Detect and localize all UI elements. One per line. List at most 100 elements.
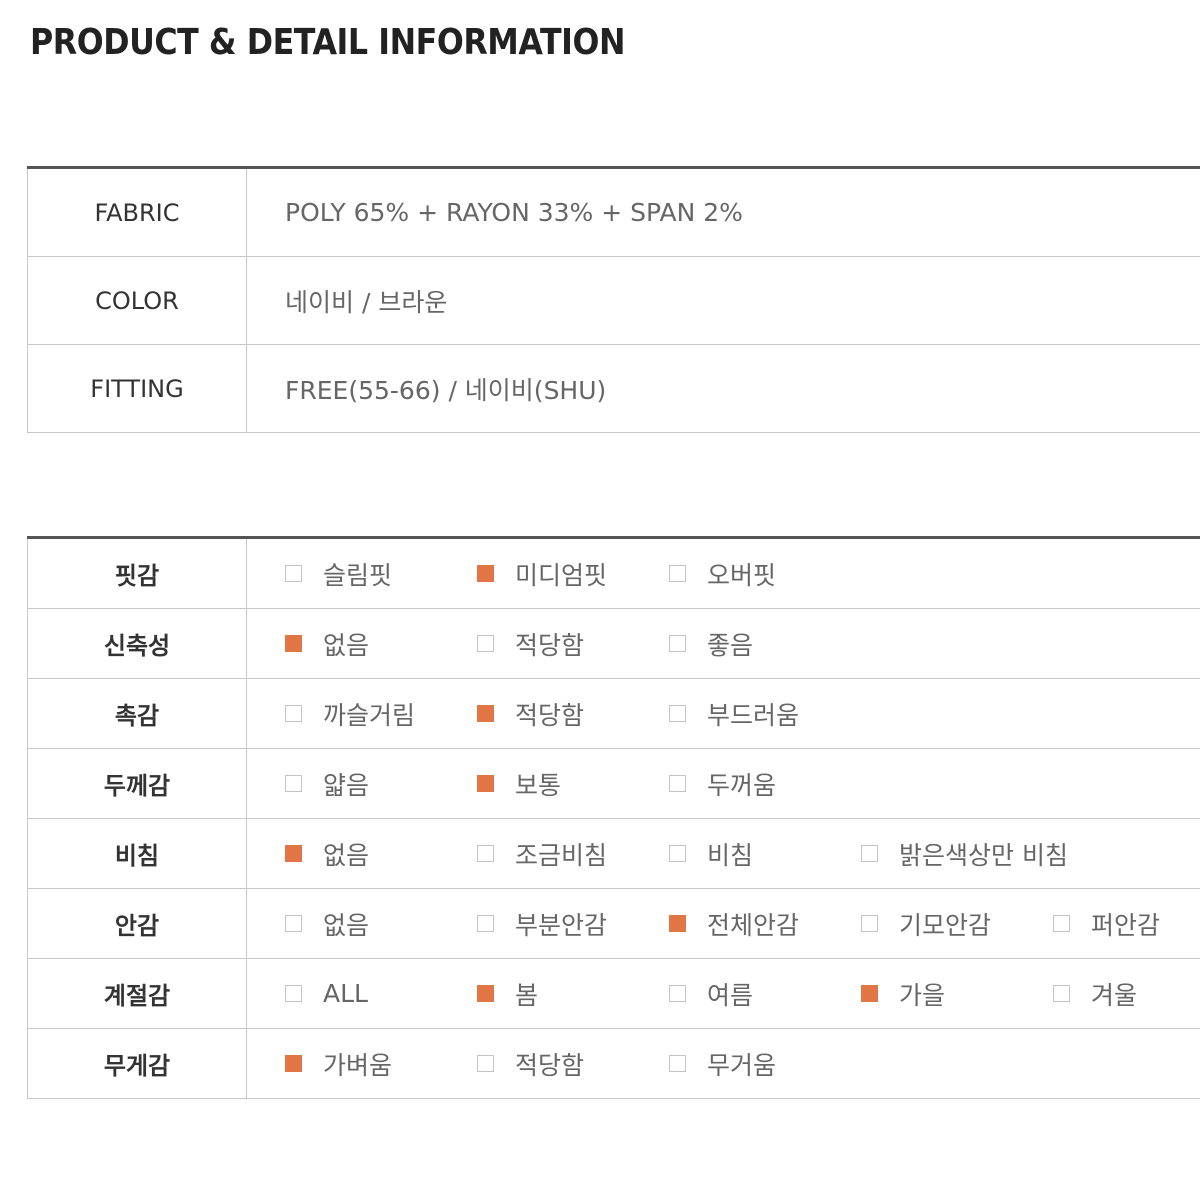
option-item: ALL — [285, 979, 477, 1008]
option-item: 좋음 — [669, 626, 861, 662]
option-item: 부드러움 — [669, 696, 861, 732]
option-label: 보통 — [515, 770, 562, 800]
unchecked-box-icon — [669, 705, 686, 722]
option-item: 보통 — [477, 766, 669, 802]
detail-row: 무게감 가벼움 적당함 무거움 — [27, 1028, 1200, 1099]
option-label: 좋음 — [707, 630, 754, 660]
option-group: ALL 봄 여름 가을 겨울 — [247, 976, 1200, 1012]
option-label: 전체안감 — [707, 910, 800, 940]
option-label: 적당함 — [515, 1050, 585, 1080]
option-label: 여름 — [707, 980, 754, 1010]
unchecked-box-icon — [861, 845, 878, 862]
checked-box-icon — [861, 985, 878, 1002]
option-item: 없음 — [285, 626, 477, 662]
unchecked-box-icon — [1053, 985, 1070, 1002]
unchecked-box-icon — [669, 985, 686, 1002]
option-item: 기모안감 — [861, 906, 1053, 942]
option-label: 미디엄핏 — [515, 560, 608, 590]
option-item: 밝은색상만 비침 — [861, 836, 1068, 872]
option-item: 비침 — [669, 836, 861, 872]
option-item: 슬림핏 — [285, 556, 477, 592]
option-label: 가벼움 — [323, 1050, 393, 1080]
option-label: 없음 — [323, 630, 370, 660]
detail-options-cell: 얇음 보통 두꺼움 — [246, 748, 1200, 819]
detail-attributes-table: 핏감 슬림핏 미디엄핏 오버핏 신축성 없음 적당함 좋음 촉감 까슬거림 적당함 부드러움 두께감 얇음… — [27, 536, 1200, 1099]
detail-row: 비침 없음 조금비침 비침 밝은색상만 비침 — [27, 818, 1200, 889]
detail-options-cell: 없음 적당함 좋음 — [246, 608, 1200, 679]
checked-box-icon — [285, 635, 302, 652]
option-label: 부분안감 — [515, 910, 608, 940]
option-item: 가을 — [861, 976, 1053, 1012]
unchecked-box-icon — [669, 1055, 686, 1072]
option-label: ALL — [323, 979, 368, 1008]
option-label: 봄 — [515, 980, 539, 1010]
spec-row-fitting: FITTING FREE(55-66) / 네이비(SHU) — [27, 344, 1200, 433]
detail-label: 계절감 — [27, 958, 247, 1029]
unchecked-box-icon — [285, 565, 302, 582]
option-item: 적당함 — [477, 1046, 669, 1082]
checked-box-icon — [285, 845, 302, 862]
checked-box-icon — [477, 775, 494, 792]
unchecked-box-icon — [285, 775, 302, 792]
detail-options-cell: 슬림핏 미디엄핏 오버핏 — [246, 537, 1200, 609]
spec-row-fabric: FABRIC POLY 65% + RAYON 33% + SPAN 2% — [27, 167, 1200, 257]
option-label: 까슬거림 — [323, 700, 416, 730]
option-group: 없음 조금비침 비침 밝은색상만 비침 — [247, 836, 1200, 872]
detail-options-cell: 없음 조금비침 비침 밝은색상만 비침 — [246, 818, 1200, 889]
option-label: 오버핏 — [707, 560, 777, 590]
option-label: 슬림핏 — [323, 560, 393, 590]
option-item: 가벼움 — [285, 1046, 477, 1082]
unchecked-box-icon — [669, 845, 686, 862]
option-label: 가을 — [899, 980, 946, 1010]
spec-label: FITTING — [27, 344, 247, 433]
option-label: 기모안감 — [899, 910, 992, 940]
option-label: 없음 — [323, 910, 370, 940]
option-item: 전체안감 — [669, 906, 861, 942]
option-label: 퍼안감 — [1091, 910, 1161, 940]
detail-label: 비침 — [27, 818, 247, 889]
option-label: 두꺼움 — [707, 770, 777, 800]
option-item: 오버핏 — [669, 556, 861, 592]
option-label: 없음 — [323, 840, 370, 870]
option-label: 적당함 — [515, 700, 585, 730]
option-item: 없음 — [285, 836, 477, 872]
option-item: 겨울 — [1053, 976, 1200, 1012]
unchecked-box-icon — [285, 915, 302, 932]
option-item: 얇음 — [285, 766, 477, 802]
unchecked-box-icon — [285, 705, 302, 722]
unchecked-box-icon — [477, 845, 494, 862]
option-label: 부드러움 — [707, 700, 800, 730]
unchecked-box-icon — [669, 775, 686, 792]
spec-row-color: COLOR 네이비 / 브라운 — [27, 256, 1200, 345]
detail-row: 촉감 까슬거림 적당함 부드러움 — [27, 678, 1200, 749]
detail-options-cell: 없음 부분안감 전체안감 기모안감 퍼안감 — [246, 888, 1200, 959]
option-group: 까슬거림 적당함 부드러움 — [247, 696, 1200, 732]
option-group: 슬림핏 미디엄핏 오버핏 — [247, 556, 1200, 592]
page-title: PRODUCT & DETAIL INFORMATION — [30, 22, 626, 63]
option-item: 부분안감 — [477, 906, 669, 942]
unchecked-box-icon — [285, 985, 302, 1002]
detail-row: 안감 없음 부분안감 전체안감 기모안감 퍼안감 — [27, 888, 1200, 959]
option-item: 적당함 — [477, 626, 669, 662]
detail-label: 두께감 — [27, 748, 247, 819]
detail-row: 두께감 얇음 보통 두꺼움 — [27, 748, 1200, 819]
option-item: 미디엄핏 — [477, 556, 669, 592]
option-item: 적당함 — [477, 696, 669, 732]
spec-label: COLOR — [27, 256, 247, 345]
product-spec-table: FABRIC POLY 65% + RAYON 33% + SPAN 2% CO… — [27, 166, 1200, 433]
option-label: 밝은색상만 비침 — [899, 840, 1068, 870]
checked-box-icon — [477, 705, 494, 722]
unchecked-box-icon — [861, 915, 878, 932]
option-label: 무거움 — [707, 1050, 777, 1080]
spec-value: FREE(55-66) / 네이비(SHU) — [246, 344, 1200, 433]
detail-label: 촉감 — [27, 678, 247, 749]
option-item: 없음 — [285, 906, 477, 942]
detail-options-cell: ALL 봄 여름 가을 겨울 — [246, 958, 1200, 1029]
unchecked-box-icon — [477, 635, 494, 652]
spec-value: POLY 65% + RAYON 33% + SPAN 2% — [246, 167, 1200, 257]
option-group: 얇음 보통 두꺼움 — [247, 766, 1200, 802]
option-item: 두꺼움 — [669, 766, 861, 802]
option-group: 가벼움 적당함 무거움 — [247, 1046, 1200, 1082]
detail-row: 핏감 슬림핏 미디엄핏 오버핏 — [27, 537, 1200, 609]
option-label: 조금비침 — [515, 840, 608, 870]
